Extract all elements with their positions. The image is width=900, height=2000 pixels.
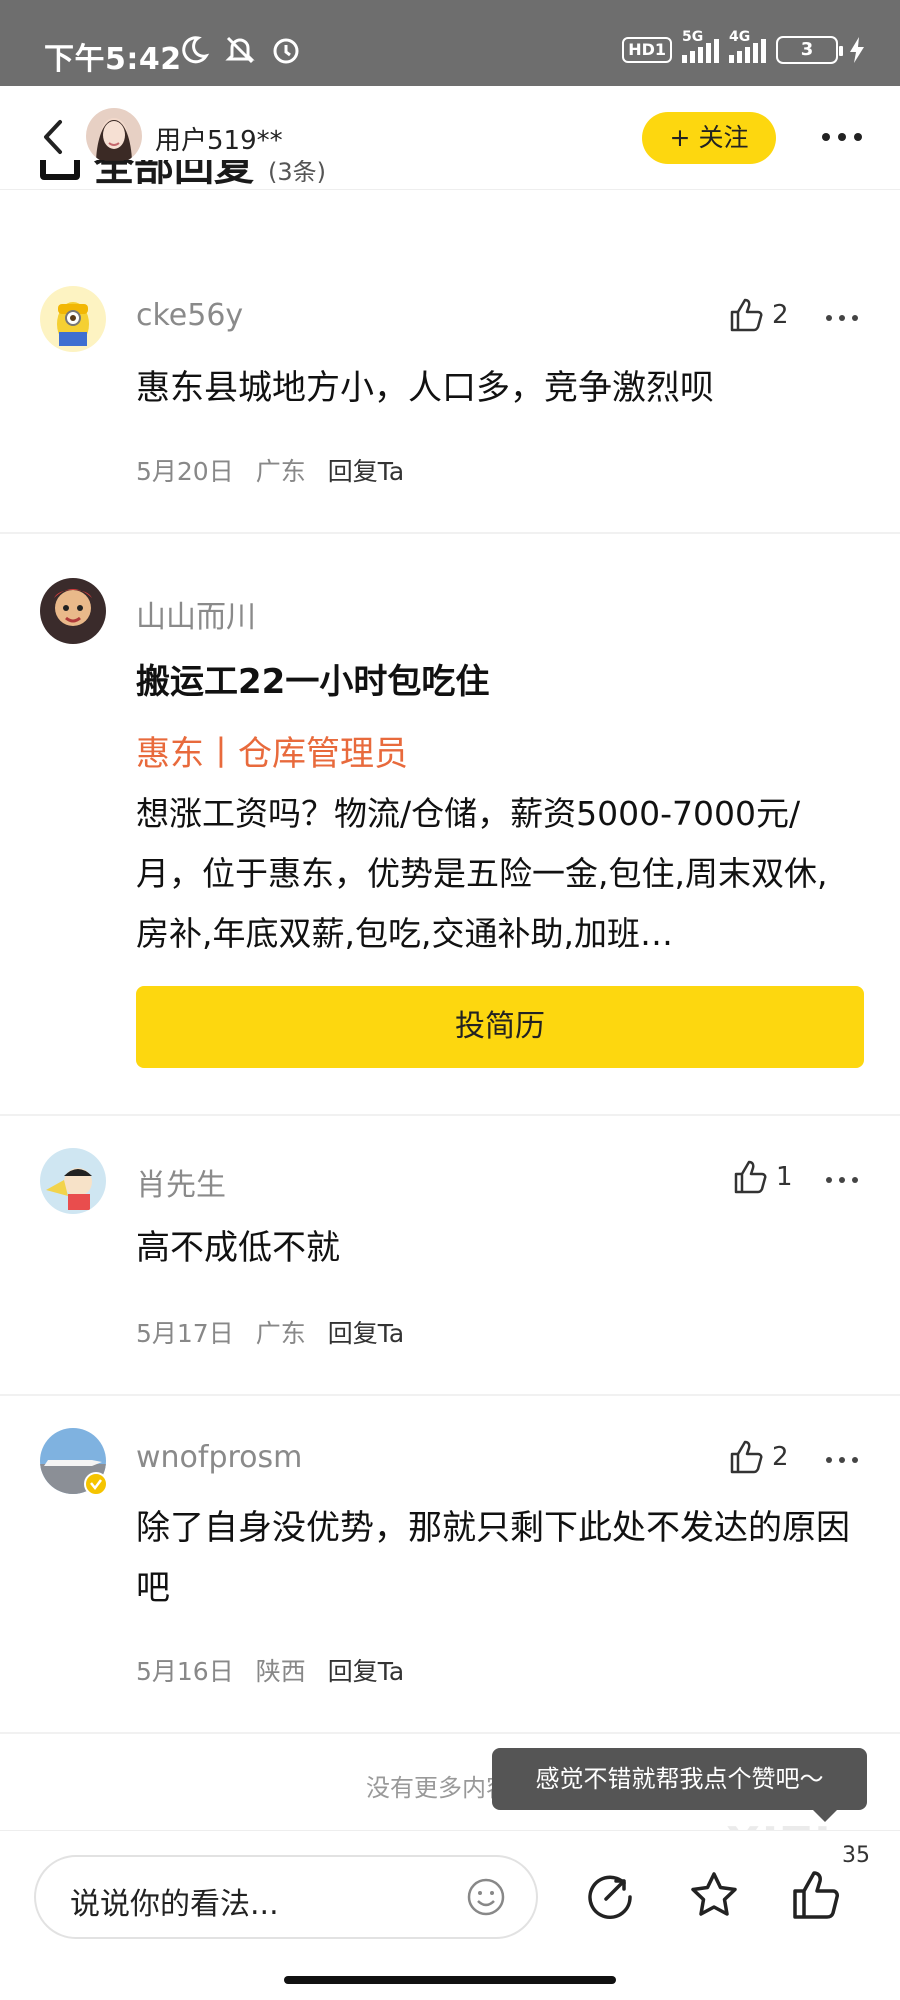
reply-button[interactable]: 回复Ta [328, 1652, 404, 1688]
commenter-avatar[interactable] [40, 1148, 106, 1214]
like-count: 2 [772, 1442, 789, 1472]
moon-icon [182, 36, 210, 64]
divider [0, 1732, 900, 1734]
comment-region: 广东 [255, 457, 306, 486]
mute-bell-icon [225, 36, 255, 64]
thumbs-up-icon [734, 1160, 767, 1194]
hd-badge: HD1 [622, 37, 672, 63]
divider [0, 1114, 900, 1116]
comment-date: 5月16日 [136, 1657, 234, 1686]
share-icon[interactable] [584, 1869, 636, 1921]
divider [0, 1394, 900, 1396]
ad-poster-name[interactable]: 山山而川 [136, 592, 256, 636]
comment-input[interactable]: 说说你的看法... [34, 1855, 538, 1939]
alarm-icon [273, 38, 299, 64]
commenter-name[interactable]: cke56y [136, 298, 243, 333]
comment-date: 5月17日 [136, 1319, 234, 1348]
total-like-count: 35 [842, 1843, 870, 1868]
signal-5g-icon: 5G [682, 29, 719, 63]
comment-more-button[interactable] [826, 308, 866, 328]
comment-text: 高不成低不就 [136, 1228, 340, 1268]
ad-description[interactable]: 想涨工资吗？物流/仓储，薪资5000-7000元/月，位于惠东，优势是五险一金,… [136, 784, 846, 964]
reply-button[interactable]: 回复Ta [328, 452, 404, 488]
commenter-name[interactable]: 肖先生 [136, 1160, 226, 1204]
apply-resume-button[interactable]: 投简历 [136, 986, 864, 1068]
replies-header: 全部回复 (3条) [40, 160, 640, 206]
comment-more-button[interactable] [826, 1450, 866, 1470]
author-name[interactable]: 用户519** [155, 120, 283, 157]
replies-title: 全部回复 [94, 160, 254, 190]
like-button[interactable]: 2 [728, 1440, 789, 1474]
star-icon[interactable] [688, 1869, 740, 1921]
comment-region: 广东 [255, 1319, 306, 1348]
replies-count: (3条) [268, 160, 326, 186]
battery-icon: 3 [776, 36, 843, 64]
commenter-avatar[interactable] [40, 1428, 108, 1496]
back-arrow-icon[interactable] [30, 112, 80, 162]
like-count: 1 [776, 1162, 793, 1192]
ad-avatar[interactable] [40, 578, 106, 644]
like-button[interactable]: 1 [732, 1160, 793, 1194]
thumbs-up-icon [730, 298, 763, 332]
home-indicator[interactable] [284, 1976, 616, 1984]
comment-text: 惠东县城地方小，人口多，竞争激烈呗 [136, 368, 714, 408]
bottom-bar: 说说你的看法... 35 [0, 1830, 900, 2000]
comment-region: 陕西 [255, 1657, 306, 1686]
comment-date: 5月20日 [136, 457, 234, 486]
comment-text: 除了自身没优势，那就只剩下此处不发达的原因吧 [136, 1508, 850, 1608]
ad-job-position[interactable]: 惠东丨仓库管理员 [136, 726, 408, 775]
comment-more-button[interactable] [826, 1170, 866, 1190]
comment-section-icon [40, 160, 80, 180]
author-avatar[interactable] [86, 108, 142, 164]
reply-button[interactable]: 回复Ta [328, 1314, 404, 1350]
follow-button[interactable]: + 关注 [642, 112, 776, 164]
status-time: 下午5:42 [44, 42, 182, 77]
like-button[interactable]: 2 [728, 298, 789, 332]
comment-input-placeholder: 说说你的看法... [70, 1887, 279, 1922]
charging-icon [850, 37, 864, 63]
commenter-name[interactable]: wnofprosm [136, 1440, 302, 1475]
commenter-avatar[interactable] [40, 286, 106, 352]
divider [0, 532, 900, 534]
thumbs-up-icon[interactable] [790, 1869, 842, 1921]
like-prompt-tooltip: 感觉不错就帮我点个赞吧～ [492, 1748, 867, 1822]
like-count: 2 [772, 300, 789, 330]
ad-title[interactable]: 搬运工22一小时包吃住 [136, 654, 489, 703]
more-options-button[interactable] [814, 112, 870, 162]
emoji-icon[interactable] [466, 1877, 506, 1917]
signal-4g-icon: 4G [729, 29, 766, 63]
thumbs-up-icon [730, 1440, 763, 1474]
status-bar: 下午5:42 HD1 5G 4G 3 [0, 0, 900, 86]
